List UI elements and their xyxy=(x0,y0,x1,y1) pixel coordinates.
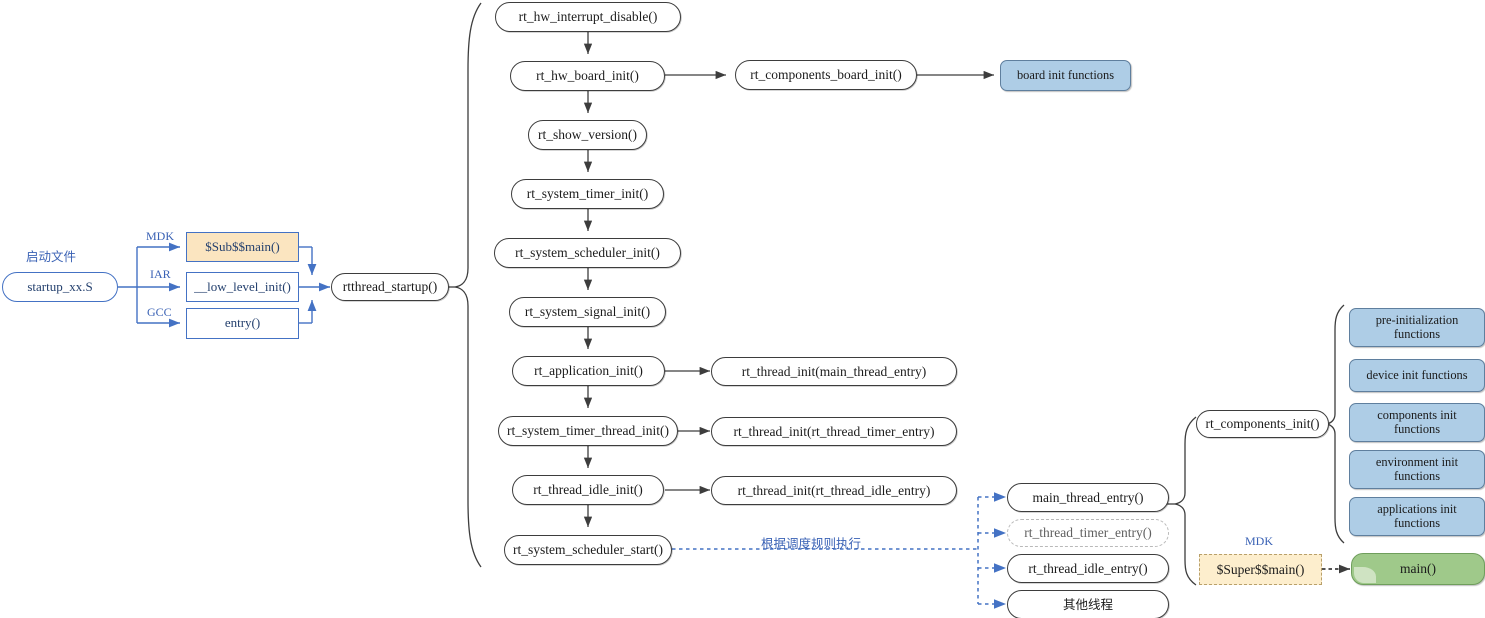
scheduler-edge-label: 根据调度规则执行 xyxy=(761,536,862,551)
node-rt-thread-init-main[interactable]: rt_thread_init(main_thread_entry) xyxy=(711,357,957,386)
node-entry[interactable]: entry() xyxy=(186,308,299,339)
node-rt-system-timer-init[interactable]: rt_system_timer_init() xyxy=(511,179,664,209)
node-sub-main[interactable]: $Sub$$main() xyxy=(186,232,299,262)
toolchain-label-iar: IAR xyxy=(150,267,171,281)
node-rt-system-timer-thread-init[interactable]: rt_system_timer_thread_init() xyxy=(498,416,678,446)
node-main-label: main() xyxy=(1400,561,1436,577)
toolchain-label-gcc: GCC xyxy=(147,305,172,319)
node-rt-system-scheduler-init[interactable]: rt_system_scheduler_init() xyxy=(494,238,681,268)
node-applications-init-functions[interactable]: applications init functions xyxy=(1349,497,1485,536)
node-rt-hw-board-init[interactable]: rt_hw_board_init() xyxy=(510,61,665,91)
node-board-init-functions[interactable]: board init functions xyxy=(1000,60,1131,91)
node-rt-thread-timer-entry[interactable]: rt_thread_timer_entry() xyxy=(1007,519,1169,547)
node-super-main[interactable]: $Super$$main() xyxy=(1199,554,1322,585)
node-device-init-functions[interactable]: device init functions xyxy=(1349,359,1485,392)
node-rt-thread-init-idle[interactable]: rt_thread_init(rt_thread_idle_entry) xyxy=(711,476,957,505)
node-other-threads[interactable]: 其他线程 xyxy=(1007,590,1169,618)
node-rt-application-init[interactable]: rt_application_init() xyxy=(512,356,665,386)
node-rt-system-scheduler-start[interactable]: rt_system_scheduler_start() xyxy=(504,535,672,565)
node-main[interactable]: main() xyxy=(1351,553,1485,585)
node-rt-thread-idle-init[interactable]: rt_thread_idle_init() xyxy=(512,475,664,505)
page-curl-icon xyxy=(1354,567,1376,583)
node-rt-hw-interrupt-disable[interactable]: rt_hw_interrupt_disable() xyxy=(495,2,681,32)
node-main-thread-entry[interactable]: main_thread_entry() xyxy=(1007,483,1169,512)
node-pre-initialization-functions[interactable]: pre-initialization functions xyxy=(1349,308,1485,347)
node-rt-thread-init-timer[interactable]: rt_thread_init(rt_thread_timer_entry) xyxy=(711,417,957,446)
node-rt-system-signal-init[interactable]: rt_system_signal_init() xyxy=(509,297,666,327)
toolchain-label-mdk: MDK xyxy=(146,229,175,243)
node-rtthread-startup[interactable]: rtthread_startup() xyxy=(331,273,449,301)
node-rt-show-version[interactable]: rt_show_version() xyxy=(528,120,647,150)
node-environment-init-functions[interactable]: environment init functions xyxy=(1349,450,1485,489)
node-components-init-functions[interactable]: components init functions xyxy=(1349,403,1485,442)
node-low-level-init[interactable]: __low_level_init() xyxy=(186,272,299,302)
node-rt-components-init[interactable]: rt_components_init() xyxy=(1196,410,1329,438)
node-startup-file[interactable]: startup_xx.S xyxy=(2,272,118,302)
node-rt-thread-idle-entry[interactable]: rt_thread_idle_entry() xyxy=(1007,554,1169,583)
diagram-canvas: 启动文件 startup_xx.S MDK IAR GCC $Sub$$main… xyxy=(0,0,1485,618)
startup-file-label: 启动文件 xyxy=(26,249,77,264)
node-rt-components-board-init[interactable]: rt_components_board_init() xyxy=(735,60,917,90)
toolchain-label-mdk-super: MDK xyxy=(1245,534,1274,548)
